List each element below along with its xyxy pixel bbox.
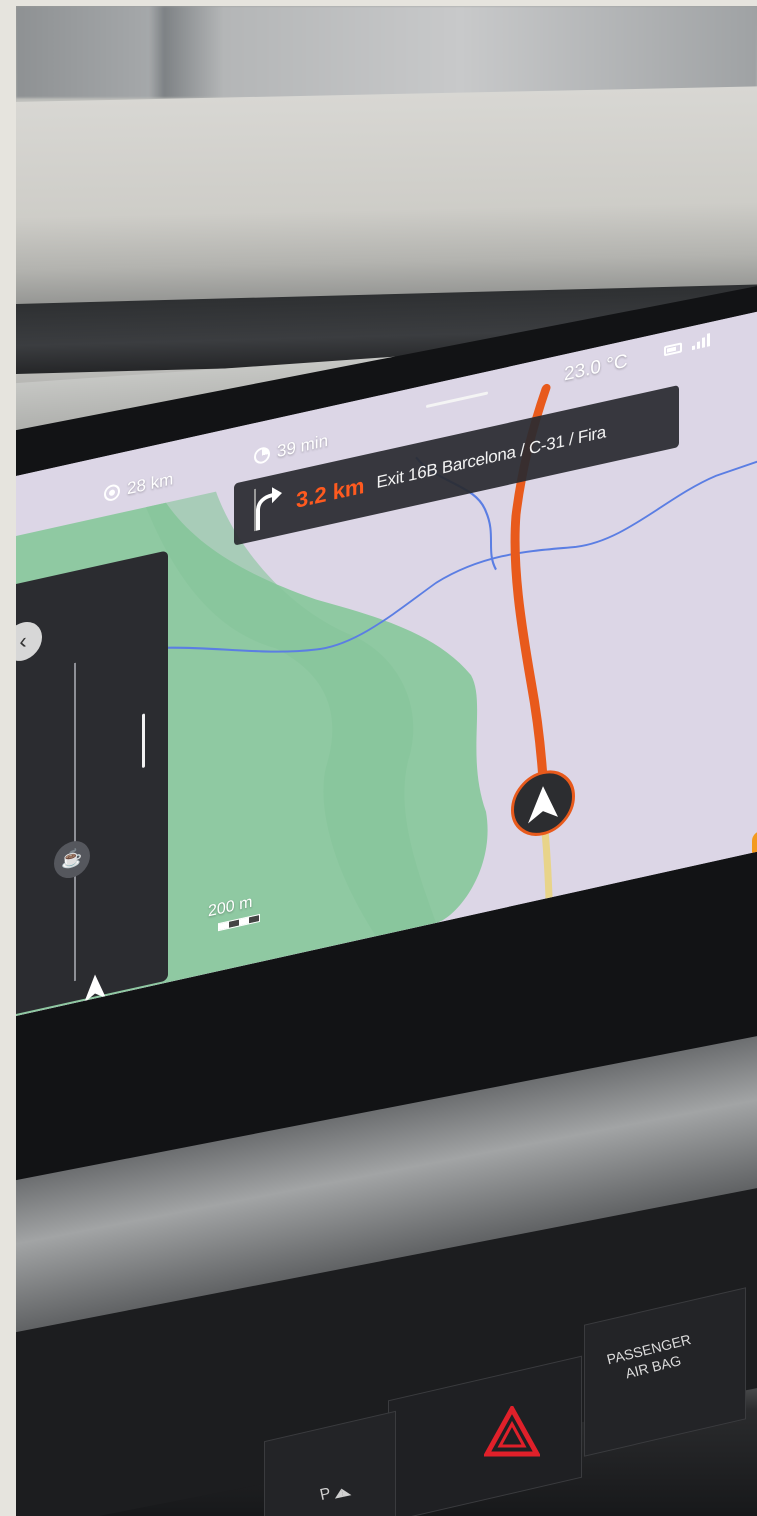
time-remaining-value: 39 min — [277, 430, 329, 462]
hazard-triangle-icon — [484, 1406, 540, 1457]
route-overview-panel[interactable]: ‹ ☕ — [16, 550, 168, 1014]
dashboard-top — [16, 85, 757, 313]
coffee-stop-icon[interactable]: ☕ — [54, 837, 90, 882]
collapse-panel-button[interactable]: ‹ — [16, 618, 42, 665]
temperature: 23.0 °C — [564, 350, 628, 386]
time-remaining: 39 min — [254, 431, 328, 467]
route-progress-line — [74, 662, 76, 982]
windshield-background — [16, 6, 757, 98]
panel-drag-handle[interactable] — [142, 713, 145, 769]
signal-icon — [692, 332, 710, 351]
battery-icon — [664, 342, 682, 357]
top-drag-handle[interactable] — [426, 391, 488, 409]
distance-remaining: 28 km — [104, 469, 173, 504]
navigation-arrow-icon — [528, 786, 558, 824]
destination-icon — [104, 482, 120, 503]
car-dashboard-photo: 28 km 39 min 23.0 °C 3.2 km Exit 16B Bar… — [16, 6, 757, 1516]
distance-remaining-value: 28 km — [127, 469, 174, 499]
clock-icon — [254, 445, 270, 466]
distance-to-turn: 3.2 km — [296, 472, 365, 513]
turn-right-icon — [254, 487, 282, 532]
